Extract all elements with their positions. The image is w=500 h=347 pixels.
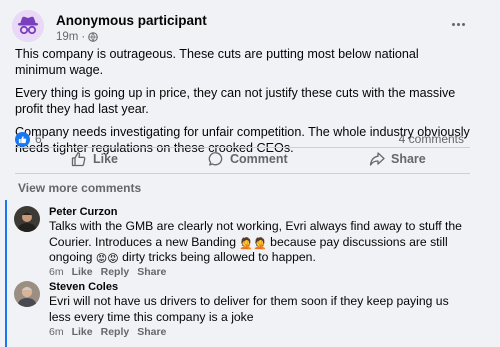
comment-like-button[interactable]: Like xyxy=(72,326,93,338)
comment-author[interactable]: Steven Coles xyxy=(49,281,118,293)
like-badge-icon xyxy=(15,131,30,147)
post-card: Anonymous participant 19m · This company… xyxy=(2,0,480,347)
view-more-comments-link[interactable]: View more comments xyxy=(18,181,141,195)
comment-meta: 6m Like Reply Share xyxy=(49,326,166,338)
comment-label: Comment xyxy=(230,152,288,166)
post-time[interactable]: 19m xyxy=(56,31,78,43)
comment-reply-button[interactable]: Reply xyxy=(101,266,130,278)
reaction-count: 6 xyxy=(35,132,42,146)
more-icon[interactable] xyxy=(446,14,470,34)
comment-text-part: dirty tricks being allowed to happen. xyxy=(118,250,316,264)
share-icon xyxy=(369,152,385,166)
facepalm-emoji: 🤦🤦 xyxy=(239,237,267,250)
meta-separator: · xyxy=(81,31,86,43)
post-meta: 19m · xyxy=(56,31,99,43)
like-label: Like xyxy=(93,152,119,166)
globe-icon xyxy=(88,32,99,42)
post-paragraph: This company is outrageous. These cuts a… xyxy=(15,47,419,77)
comment-author[interactable]: Peter Curzon xyxy=(49,206,117,218)
post-header: Anonymous participant 19m · xyxy=(12,8,472,44)
comment-like-button[interactable]: Like xyxy=(72,266,93,278)
comment-item: Peter Curzon Talks with the GMB are clea… xyxy=(14,206,474,278)
comment-item: Steven Coles Evri will not have us drive… xyxy=(14,281,474,343)
comment-button[interactable]: Comment xyxy=(208,148,288,170)
anonymous-avatar[interactable] xyxy=(12,10,44,42)
avatar[interactable] xyxy=(14,206,40,232)
angry-emoji: 😡😡 xyxy=(95,253,119,265)
post-paragraph: Every thing is going up in price, they c… xyxy=(15,86,456,116)
comment-time[interactable]: 6m xyxy=(49,266,64,278)
share-label: Share xyxy=(391,152,426,166)
comments-count[interactable]: 4 comments xyxy=(399,132,464,146)
post-author[interactable]: Anonymous participant xyxy=(56,13,207,28)
comment-icon xyxy=(208,152,223,166)
like-button[interactable]: Like xyxy=(71,148,118,170)
share-button[interactable]: Share xyxy=(369,148,426,170)
comment-reply-button[interactable]: Reply xyxy=(101,326,130,338)
thread-line xyxy=(5,200,7,347)
reactions-summary[interactable]: 6 xyxy=(15,131,42,147)
comment-share-button[interactable]: Share xyxy=(137,326,166,338)
comment-text: Talks with the GMB are clearly not worki… xyxy=(49,219,469,266)
comment-time[interactable]: 6m xyxy=(49,326,64,338)
comment-share-button[interactable]: Share xyxy=(137,266,166,278)
divider xyxy=(15,173,470,174)
post-actions: Like Comment Share xyxy=(15,148,470,170)
comment-meta: 6m Like Reply Share xyxy=(49,266,166,278)
comment-text: Evri will not have us drivers to deliver… xyxy=(49,294,449,324)
thumbs-up-icon xyxy=(71,152,86,167)
avatar[interactable] xyxy=(14,281,40,307)
